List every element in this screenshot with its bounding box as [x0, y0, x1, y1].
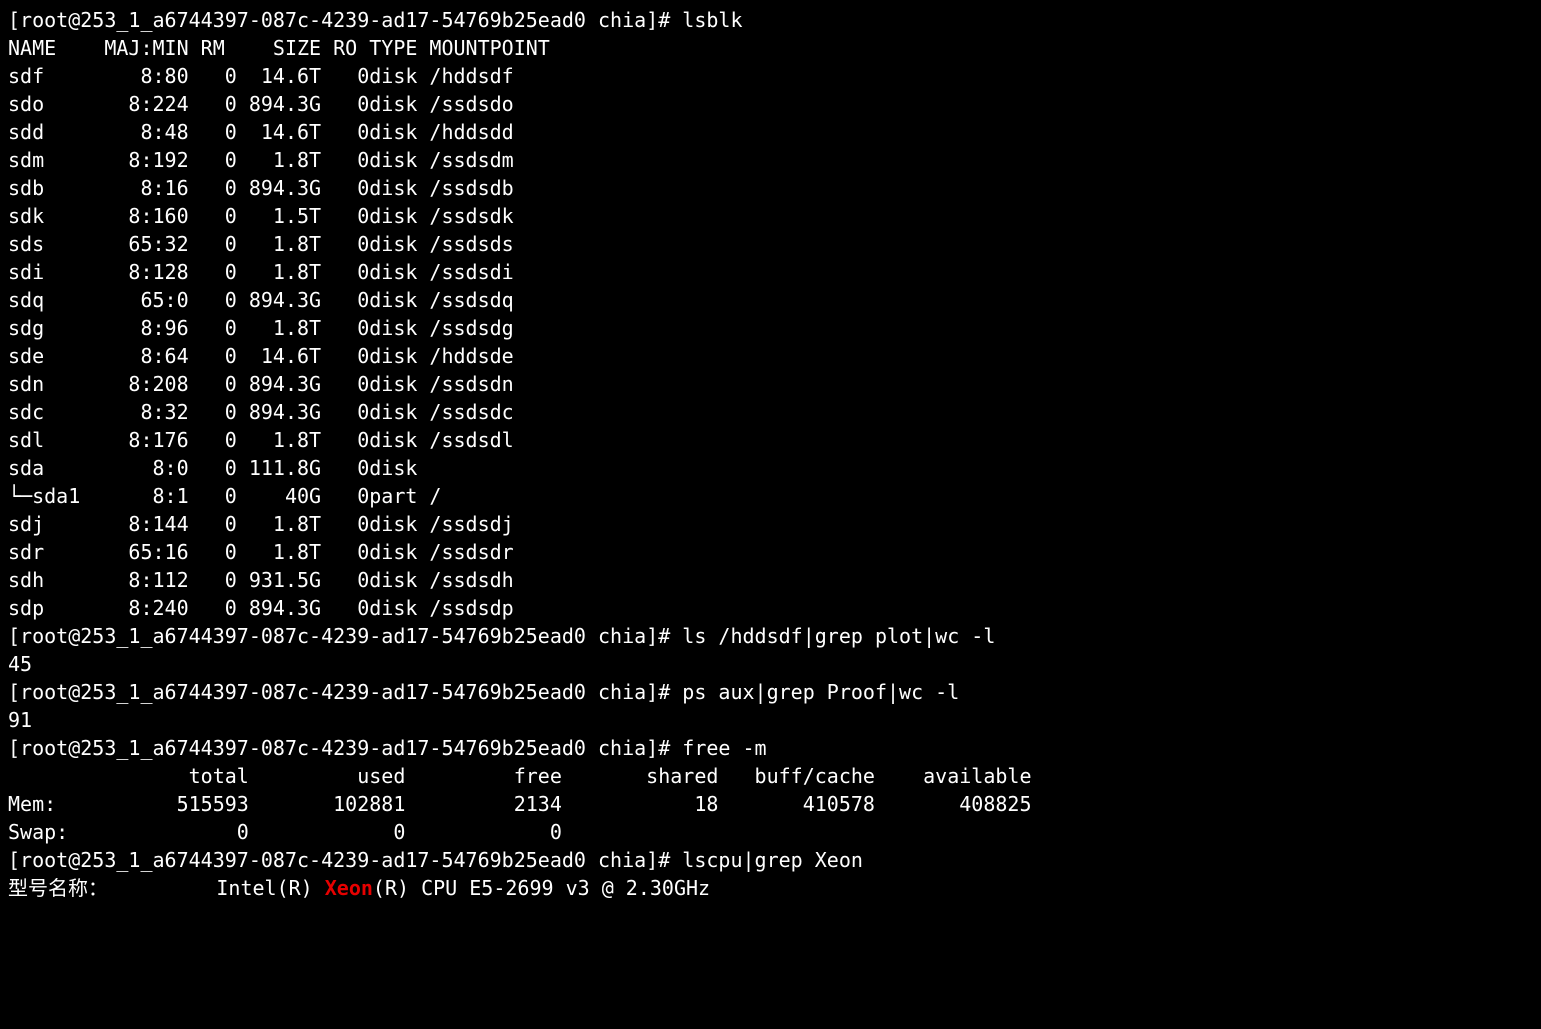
command-text: lscpu|grep Xeon	[682, 848, 863, 872]
shell-prompt: [root@253_1_a6744397-087c-4239-ad17-5476…	[8, 680, 682, 704]
command-text: ls /hddsdf|grep plot|wc -l	[682, 624, 995, 648]
lscpu-pre: Intel(R)	[216, 876, 324, 900]
prompt-ls-plot: [root@253_1_a6744397-087c-4239-ad17-5476…	[8, 624, 995, 648]
lscpu-output: 型号名称： Intel(R) Xeon(R) CPU E5-2699 v3 @ …	[8, 876, 710, 900]
shell-prompt: [root@253_1_a6744397-087c-4239-ad17-5476…	[8, 624, 682, 648]
lsblk-rows: sdf 8:80 0 14.6T 0disk /hddsdf sdo 8:224…	[8, 64, 514, 620]
free-rows: Mem: 515593 102881 2134 18 410578 408825…	[8, 792, 1032, 844]
command-text: lsblk	[682, 8, 742, 32]
terminal-output[interactable]: [root@253_1_a6744397-087c-4239-ad17-5476…	[0, 0, 1541, 908]
lscpu-highlight: Xeon	[325, 876, 373, 900]
lsblk-header: NAME MAJ:MIN RM SIZE RO TYPE MOUNTPOINT	[8, 36, 550, 60]
prompt-lsblk: [root@253_1_a6744397-087c-4239-ad17-5476…	[8, 8, 743, 32]
ls-plot-output: 45	[8, 652, 32, 676]
command-text: ps aux|grep Proof|wc -l	[682, 680, 959, 704]
prompt-free: [root@253_1_a6744397-087c-4239-ad17-5476…	[8, 736, 767, 760]
ps-proof-output: 91	[8, 708, 32, 732]
command-text: free -m	[682, 736, 766, 760]
shell-prompt: [root@253_1_a6744397-087c-4239-ad17-5476…	[8, 848, 682, 872]
prompt-lscpu: [root@253_1_a6744397-087c-4239-ad17-5476…	[8, 848, 863, 872]
shell-prompt: [root@253_1_a6744397-087c-4239-ad17-5476…	[8, 736, 682, 760]
lscpu-label: 型号名称：	[8, 876, 108, 900]
prompt-ps-proof: [root@253_1_a6744397-087c-4239-ad17-5476…	[8, 680, 959, 704]
free-header: total used free shared buff/cache availa…	[8, 764, 1032, 788]
shell-prompt: [root@253_1_a6744397-087c-4239-ad17-5476…	[8, 8, 682, 32]
lscpu-post: (R) CPU E5-2699 v3 @ 2.30GHz	[373, 876, 710, 900]
